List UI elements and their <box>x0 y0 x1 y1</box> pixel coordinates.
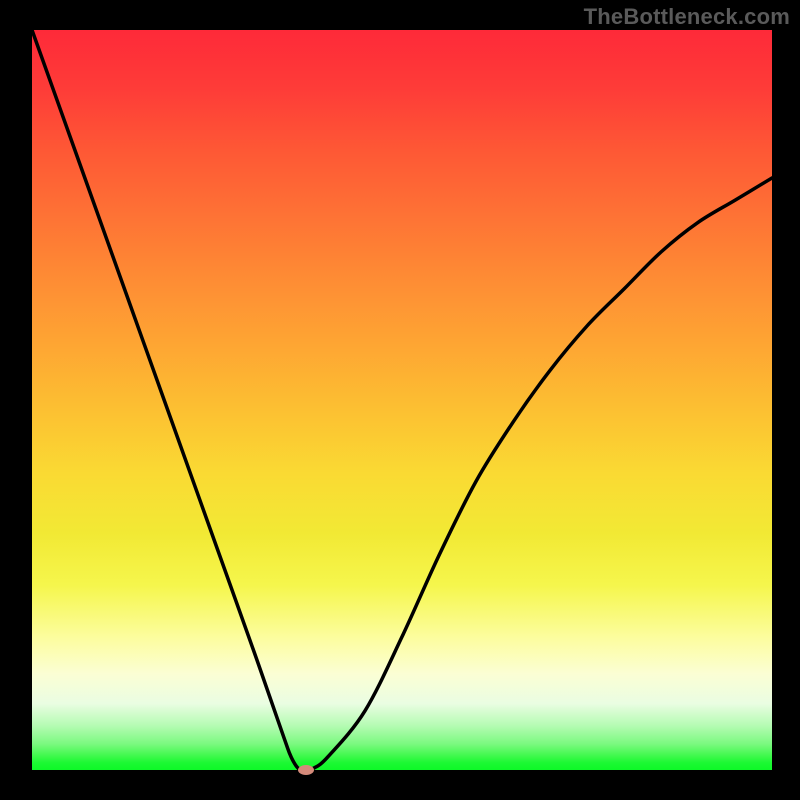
chart-container: TheBottleneck.com <box>0 0 800 800</box>
watermark-text: TheBottleneck.com <box>584 4 790 30</box>
plot-area <box>32 30 772 770</box>
optimal-point-marker <box>298 765 314 775</box>
curve-svg <box>32 30 772 770</box>
bottleneck-curve-path <box>32 30 772 770</box>
